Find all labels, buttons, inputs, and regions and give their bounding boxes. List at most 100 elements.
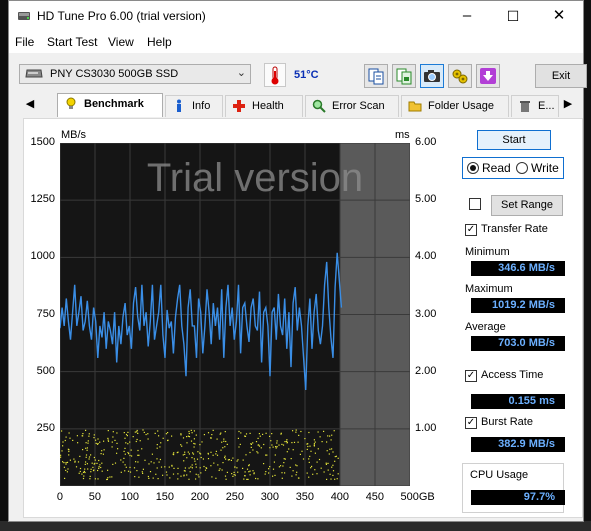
copy-text-button[interactable]	[364, 64, 388, 88]
access-time-point	[107, 430, 109, 432]
access-time-point	[332, 451, 334, 453]
tab-erase[interactable]: E...	[511, 95, 559, 117]
access-time-point	[271, 444, 273, 446]
menu-file[interactable]: File	[15, 35, 34, 49]
access-time-point	[182, 454, 184, 456]
tab-health[interactable]: Health	[225, 95, 303, 117]
access-time-point	[311, 465, 313, 467]
access-time-point	[249, 451, 251, 454]
tab-label: Folder Usage	[428, 100, 495, 112]
access-time-point	[248, 471, 250, 473]
access-time-label: Access Time	[481, 369, 544, 381]
tab-bar: ◀ Benchmark Info Health Error Scan Folde…	[17, 93, 583, 117]
access-time-point	[155, 473, 157, 475]
access-time-point	[111, 476, 113, 478]
access-time-point	[95, 439, 97, 441]
access-time-point	[98, 466, 100, 468]
range-checkbox[interactable]	[469, 198, 481, 210]
access-time-point	[275, 447, 277, 449]
cpu-usage-label: CPU Usage	[470, 469, 529, 481]
access-time-point	[79, 467, 82, 470]
access-time-point	[142, 468, 144, 470]
access-time-point	[298, 434, 300, 436]
menu-view[interactable]: View	[108, 35, 134, 49]
tab-folder-usage[interactable]: Folder Usage	[401, 95, 509, 117]
burst-rate-checkbox[interactable]: ✓	[465, 417, 477, 429]
access-time-point	[243, 478, 245, 480]
access-time-point	[250, 446, 252, 448]
access-time-point	[330, 439, 332, 441]
access-time-point	[73, 458, 75, 460]
drive-select[interactable]: PNY CS3030 500GB SSD ⌄	[19, 64, 251, 84]
access-time-point	[87, 440, 89, 442]
access-time-point	[88, 458, 90, 460]
access-time-point	[81, 473, 83, 475]
maximize-button[interactable]: ☐	[490, 1, 536, 31]
access-time-point	[195, 478, 197, 480]
tab-label: Info	[192, 100, 211, 112]
title-bar[interactable]: HD Tune Pro 6.00 (trial version) – ☐ ✕	[9, 1, 583, 31]
access-time-point	[331, 434, 333, 436]
set-range-button[interactable]: Set Range	[491, 195, 563, 216]
trash-icon	[520, 101, 530, 112]
access-time-point	[152, 477, 154, 479]
close-button[interactable]: ✕	[536, 1, 582, 31]
access-time-point	[326, 441, 328, 443]
access-time-point	[274, 474, 276, 476]
access-time-point	[256, 451, 258, 453]
y-tick-label-left: 500	[36, 364, 55, 377]
exit-button[interactable]: Exit	[535, 64, 587, 88]
access-time-point	[226, 443, 228, 445]
access-time-point	[188, 432, 190, 435]
access-time-point	[177, 478, 179, 480]
start-button[interactable]: Start	[477, 130, 551, 150]
access-time-point	[92, 466, 94, 468]
access-time-point	[249, 474, 251, 476]
access-time-point	[103, 449, 105, 451]
save-download-button[interactable]	[476, 64, 500, 88]
access-time-point	[308, 458, 310, 460]
tab-info[interactable]: Info	[165, 95, 223, 117]
x-tick-label: 400	[330, 491, 350, 503]
access-time-point	[159, 446, 161, 448]
menu-start-test[interactable]: Start Test	[47, 35, 97, 49]
access-time-point	[144, 459, 146, 461]
access-time-point	[295, 431, 297, 433]
minimize-button[interactable]: –	[444, 1, 490, 31]
tab-scroll-right-icon[interactable]: ▶	[561, 97, 575, 115]
write-radio[interactable]	[516, 162, 528, 174]
access-time-point	[93, 463, 95, 465]
access-time-point	[84, 463, 86, 465]
access-time-point	[276, 442, 278, 444]
access-time-point	[191, 457, 193, 459]
access-time-point	[309, 455, 311, 457]
access-time-point	[171, 435, 173, 437]
access-time-point	[148, 463, 150, 465]
access-time-point	[90, 468, 92, 470]
access-time-point	[248, 464, 250, 466]
screenshot-button[interactable]	[420, 64, 444, 88]
options-button[interactable]	[448, 64, 472, 88]
access-time-point	[166, 474, 168, 476]
menu-help[interactable]: Help	[147, 35, 172, 49]
tab-benchmark[interactable]: Benchmark	[57, 93, 163, 117]
access-time-checkbox[interactable]: ✓	[465, 370, 477, 382]
access-time-point	[68, 432, 70, 434]
access-time-point	[221, 469, 223, 471]
access-time-point	[143, 431, 145, 433]
read-radio[interactable]	[467, 162, 479, 174]
access-time-point	[199, 444, 201, 446]
y-tick-label-right: 6.00	[415, 136, 437, 148]
access-time-point	[233, 471, 235, 473]
access-time-point	[158, 435, 160, 437]
access-time-point	[188, 436, 191, 438]
access-time-point	[149, 471, 152, 473]
transfer-rate-checkbox[interactable]: ✓	[465, 224, 477, 236]
access-time-point	[69, 459, 71, 461]
tab-scroll-left-icon[interactable]: ◀	[23, 97, 37, 115]
read-label: Read	[482, 161, 511, 175]
access-time-point	[239, 443, 241, 445]
tab-error-scan[interactable]: Error Scan	[305, 95, 399, 117]
access-time-point	[286, 442, 288, 444]
copy-image-button[interactable]	[392, 64, 416, 88]
